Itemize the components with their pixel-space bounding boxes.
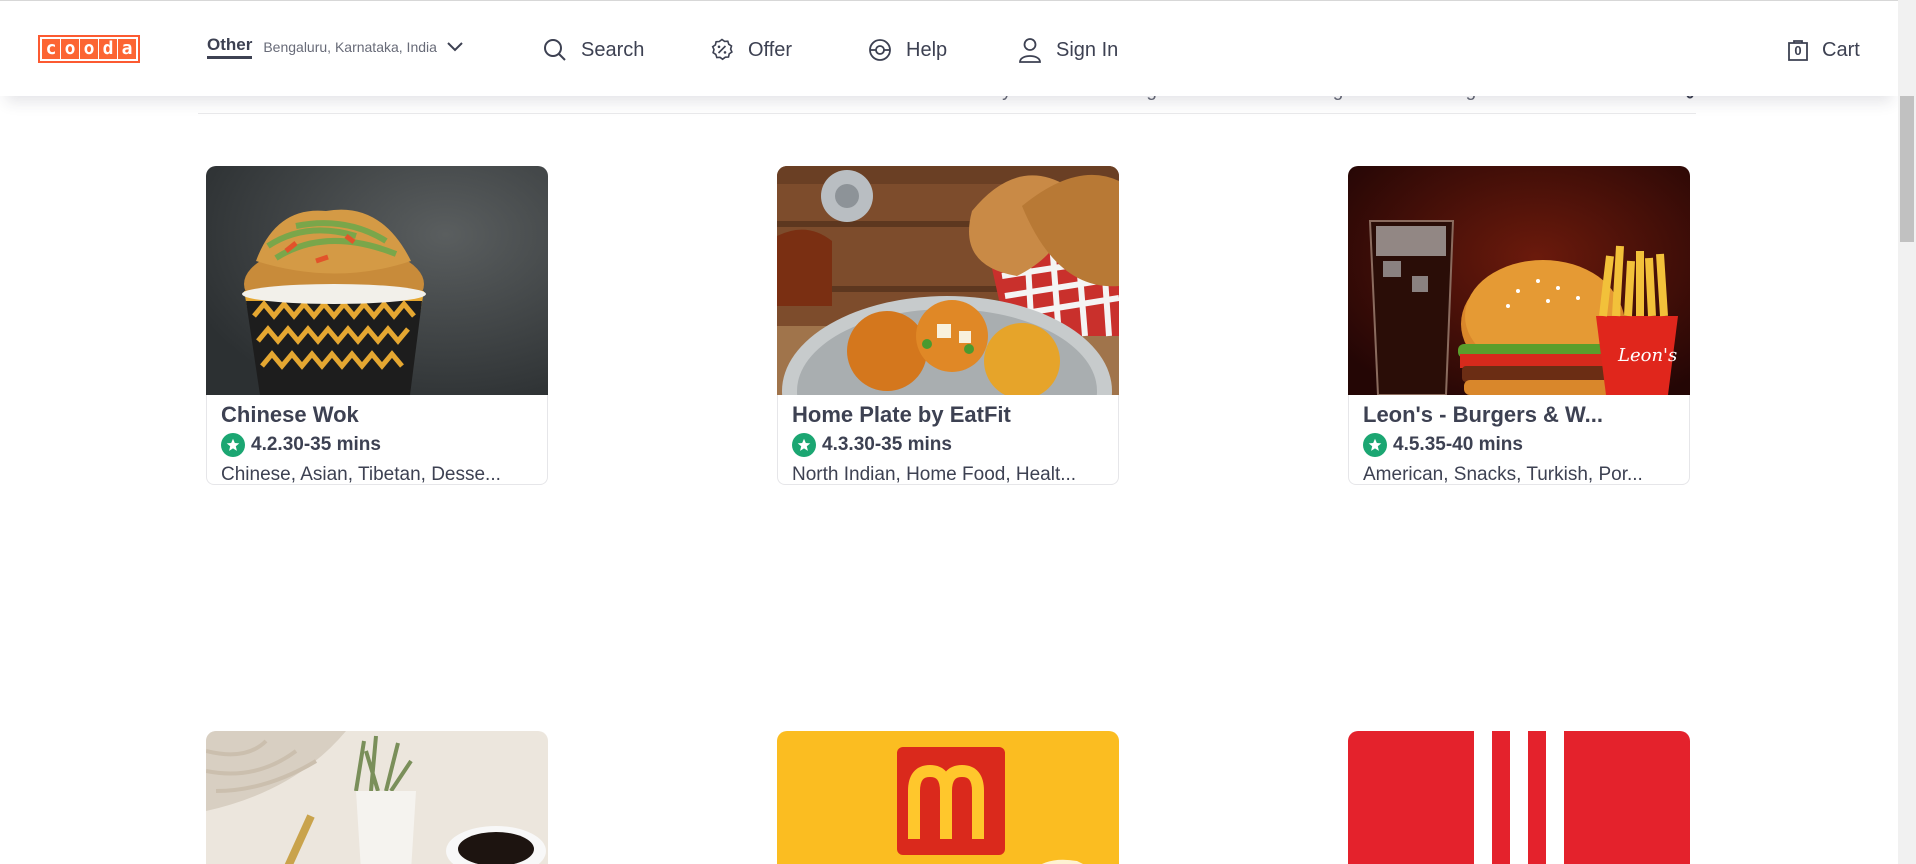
restaurant-image[interactable] xyxy=(1348,731,1690,864)
restaurant-rating: 4.5 xyxy=(1393,434,1420,455)
restaurant-delivery-time: .35-40 mins xyxy=(1419,434,1523,455)
star-icon xyxy=(792,433,816,457)
restaurant-card[interactable]: Home Plate by EatFit 4.3 .30-35 mins Nor… xyxy=(777,166,1119,485)
restaurant-image[interactable] xyxy=(206,166,548,395)
restaurant-image[interactable] xyxy=(777,166,1119,395)
user-icon xyxy=(1019,38,1041,63)
restaurant-info[interactable]: Leon's - Burgers & W... 4.5 .35-40 mins … xyxy=(1348,395,1690,485)
top-header: cooda Other Bengaluru, Karnataka, India … xyxy=(0,0,1898,96)
nav-sign-in[interactable]: Sign In xyxy=(1018,35,1118,65)
location-selector[interactable]: Other Bengaluru, Karnataka, India xyxy=(207,35,465,59)
restaurant-rating: 4.3 xyxy=(822,434,849,455)
cart-icon: 0 xyxy=(1786,38,1810,62)
nav-offer[interactable]: Offer xyxy=(710,35,792,65)
restaurant-name: Home Plate by EatFit xyxy=(792,402,1011,427)
location-label[interactable]: Other xyxy=(207,35,253,59)
nav-help-label: Help xyxy=(906,38,948,61)
scrollbar-thumb[interactable] xyxy=(1900,96,1914,242)
restaurant-info[interactable]: Chinese Wok 4.2 .30-35 mins Chinese, Asi… xyxy=(206,395,548,485)
restaurant-rating-row: 4.3 .30-35 mins xyxy=(792,430,1104,460)
location-address[interactable]: Bengaluru, Karnataka, India xyxy=(263,35,437,59)
restaurant-delivery-time: .30-35 mins xyxy=(277,434,381,455)
restaurant-card[interactable]: Leon's Leon's - Burgers & W... 4.5 .35-4… xyxy=(1348,166,1690,485)
nav-cart-label: Cart xyxy=(1822,38,1860,61)
nav-sign-in-label: Sign In xyxy=(1056,38,1119,61)
nav-offer-label: Offer xyxy=(748,38,793,61)
svg-text:Leon's: Leon's xyxy=(1617,345,1677,366)
star-icon xyxy=(221,433,245,457)
cooda-logo[interactable]: cooda xyxy=(38,35,140,63)
restaurant-name: Leon's - Burgers & W... xyxy=(1363,402,1603,427)
nav-help[interactable]: Help xyxy=(868,35,947,65)
restaurant-rating: 4.2 xyxy=(251,434,278,455)
restaurant-image[interactable] xyxy=(206,731,548,864)
restaurant-image[interactable]: Leon's xyxy=(1348,166,1690,395)
restaurant-cuisines: North Indian, Home Food, Healt... xyxy=(792,464,1077,485)
help-icon xyxy=(869,39,891,61)
restaurant-info[interactable]: Home Plate by EatFit 4.3 .30-35 mins Nor… xyxy=(777,395,1119,485)
restaurant-delivery-time: .30-35 mins xyxy=(848,434,952,455)
restaurant-name: Chinese Wok xyxy=(221,402,359,427)
nav-search-label: Search xyxy=(581,38,645,61)
restaurant-cuisines: Chinese, Asian, Tibetan, Desse... xyxy=(221,464,501,485)
page-scrollbar[interactable] xyxy=(1898,0,1916,864)
chevron-down-icon[interactable] xyxy=(447,35,465,59)
nav-search[interactable]: Search xyxy=(543,35,644,65)
restaurant-image[interactable] xyxy=(777,731,1119,864)
restaurant-rating-row: 4.2 .30-35 mins xyxy=(221,430,533,460)
nav-cart[interactable]: 0 Cart xyxy=(1786,35,1860,65)
restaurant-rating-row: 4.5 .35-40 mins xyxy=(1363,430,1675,460)
search-icon xyxy=(544,39,566,61)
restaurant-card[interactable]: Chinese Wok 4.2 .30-35 mins Chinese, Asi… xyxy=(206,166,548,485)
star-icon xyxy=(1363,433,1387,457)
restaurant-cuisines: American, Snacks, Turkish, Por... xyxy=(1363,464,1643,485)
offer-icon xyxy=(711,38,733,61)
cart-count: 0 xyxy=(1794,43,1802,58)
